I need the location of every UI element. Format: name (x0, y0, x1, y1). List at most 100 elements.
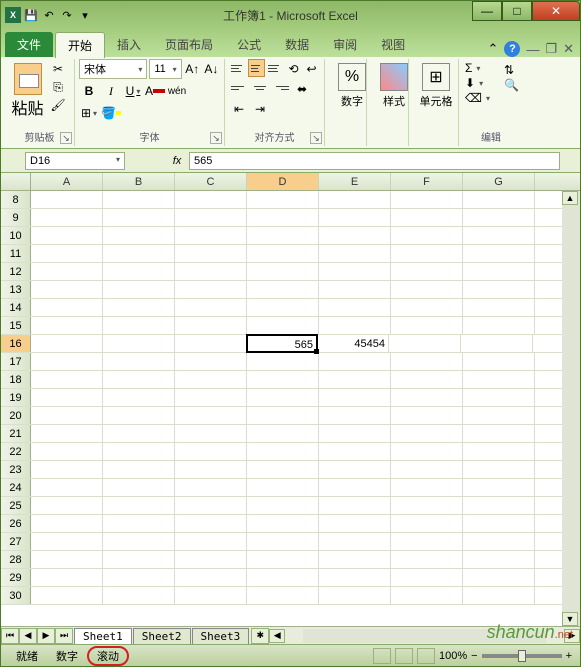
cell-C27[interactable] (175, 533, 247, 550)
cell-G13[interactable] (463, 281, 535, 298)
row-header[interactable]: 27 (1, 533, 31, 550)
row-header[interactable]: 28 (1, 551, 31, 568)
font-size-combo[interactable]: 11▾ (149, 59, 181, 79)
row-header[interactable]: 29 (1, 569, 31, 586)
cell-D15[interactable] (247, 317, 319, 334)
cell-E22[interactable] (319, 443, 391, 460)
cell-D16[interactable]: 565 (246, 334, 318, 353)
cell-E26[interactable] (319, 515, 391, 532)
zoom-level[interactable]: 100% (439, 650, 467, 662)
cell-G26[interactable] (463, 515, 535, 532)
cell-C8[interactable] (175, 191, 247, 208)
cell-A25[interactable] (31, 497, 103, 514)
clipboard-launcher[interactable]: ↘ (60, 132, 72, 144)
cell-B23[interactable] (103, 461, 175, 478)
scroll-left-button[interactable]: ◀ (269, 629, 285, 643)
cell-B15[interactable] (103, 317, 175, 334)
cell-A19[interactable] (31, 389, 103, 406)
cell-E11[interactable] (319, 245, 391, 262)
cell-C9[interactable] (175, 209, 247, 226)
undo-icon[interactable]: ↶ (41, 7, 57, 23)
cell-B24[interactable] (103, 479, 175, 496)
font-name-combo[interactable]: 宋体▾ (79, 59, 147, 79)
cell-B16[interactable] (103, 335, 175, 352)
cell-D19[interactable] (247, 389, 319, 406)
tab-view[interactable]: 视图 (369, 32, 417, 57)
font-color-button[interactable]: A (145, 81, 165, 101)
cell-E25[interactable] (319, 497, 391, 514)
fx-button[interactable]: fx (165, 155, 189, 167)
cell-A12[interactable] (31, 263, 103, 280)
increase-indent-button[interactable]: ⇥ (250, 99, 270, 119)
column-header-C[interactable]: C (175, 173, 247, 190)
cell-D20[interactable] (247, 407, 319, 424)
row-header[interactable]: 21 (1, 425, 31, 442)
formula-bar[interactable]: 565 (189, 152, 560, 170)
cell-B28[interactable] (103, 551, 175, 568)
italic-button[interactable]: I (101, 81, 121, 101)
cell-C17[interactable] (175, 353, 247, 370)
format-painter-icon[interactable]: 🖌 (48, 97, 68, 113)
cell-C16[interactable] (175, 335, 247, 352)
cell-F10[interactable] (391, 227, 463, 244)
cell-F18[interactable] (391, 371, 463, 388)
cell-F27[interactable] (391, 533, 463, 550)
cell-D24[interactable] (247, 479, 319, 496)
cell-D18[interactable] (247, 371, 319, 388)
redo-icon[interactable]: ↷ (59, 7, 75, 23)
cell-B18[interactable] (103, 371, 175, 388)
cell-G21[interactable] (463, 425, 535, 442)
cell-F28[interactable] (391, 551, 463, 568)
cell-E23[interactable] (319, 461, 391, 478)
tab-insert[interactable]: 插入 (105, 32, 153, 57)
sheet-tab-2[interactable]: Sheet2 (133, 628, 191, 644)
cell-F21[interactable] (391, 425, 463, 442)
view-layout-button[interactable] (395, 648, 413, 664)
cell-A21[interactable] (31, 425, 103, 442)
row-header[interactable]: 12 (1, 263, 31, 280)
cell-F25[interactable] (391, 497, 463, 514)
row-header[interactable]: 30 (1, 587, 31, 604)
cell-C20[interactable] (175, 407, 247, 424)
cell-B10[interactable] (103, 227, 175, 244)
font-launcher[interactable]: ↘ (210, 132, 222, 144)
mdi-close-icon[interactable]: ✕ (563, 41, 574, 57)
cell-A16[interactable] (31, 335, 103, 352)
cell-B30[interactable] (103, 587, 175, 604)
zoom-in-button[interactable]: + (566, 650, 572, 662)
cell-B25[interactable] (103, 497, 175, 514)
cell-G8[interactable] (463, 191, 535, 208)
row-header[interactable]: 16 (1, 335, 31, 352)
cell-G29[interactable] (463, 569, 535, 586)
row-header[interactable]: 26 (1, 515, 31, 532)
cell-F14[interactable] (391, 299, 463, 316)
merge-button[interactable]: ⬌ (292, 79, 312, 99)
row-header[interactable]: 10 (1, 227, 31, 244)
wrap-text-button[interactable]: ↩ (303, 59, 320, 79)
cell-A14[interactable] (31, 299, 103, 316)
cell-E9[interactable] (319, 209, 391, 226)
cell-C24[interactable] (175, 479, 247, 496)
column-header-F[interactable]: F (391, 173, 463, 190)
cell-C22[interactable] (175, 443, 247, 460)
cell-A10[interactable] (31, 227, 103, 244)
paste-button[interactable]: 粘贴 (9, 59, 46, 123)
row-header[interactable]: 22 (1, 443, 31, 460)
tab-page-layout[interactable]: 页面布局 (153, 32, 225, 57)
cell-C26[interactable] (175, 515, 247, 532)
cell-F9[interactable] (391, 209, 463, 226)
cell-G28[interactable] (463, 551, 535, 568)
increase-font-icon[interactable]: A↑ (184, 59, 201, 79)
row-header[interactable]: 17 (1, 353, 31, 370)
row-header[interactable]: 19 (1, 389, 31, 406)
cell-G22[interactable] (463, 443, 535, 460)
row-header[interactable]: 24 (1, 479, 31, 496)
cell-G17[interactable] (463, 353, 535, 370)
sheet-tab-3[interactable]: Sheet3 (192, 628, 250, 644)
cell-C12[interactable] (175, 263, 247, 280)
new-sheet-button[interactable]: ✱ (251, 628, 269, 644)
sort-filter-button[interactable]: ⇅ (504, 63, 519, 77)
cell-E19[interactable] (319, 389, 391, 406)
decrease-font-icon[interactable]: A↓ (203, 59, 220, 79)
cell-F24[interactable] (391, 479, 463, 496)
